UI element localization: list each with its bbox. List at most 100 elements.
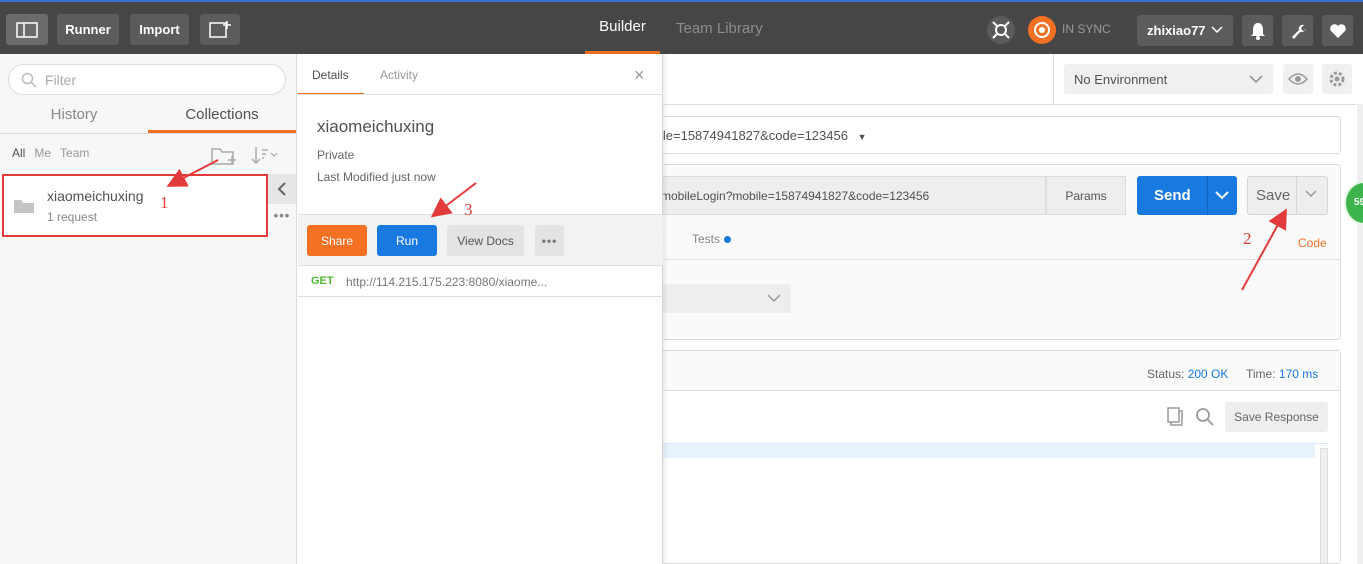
notifications-button[interactable] [1242, 15, 1273, 46]
filter-placeholder: Filter [45, 71, 77, 88]
chevron-down-icon [1211, 26, 1223, 34]
url-input[interactable]: mobileLogin?mobile=15874941827&code=1234… [660, 176, 1046, 215]
sidebar-toggle-button[interactable] [6, 14, 48, 45]
request-builder-box: mobileLogin?mobile=15874941827&code=1234… [659, 164, 1341, 340]
sidebar: Filter History Collections All Me Team x… [0, 54, 297, 564]
collection-request-count: 1 request [47, 210, 98, 224]
collection-actions: Share Run View Docs ••• [298, 214, 663, 266]
collapse-details-button[interactable] [268, 174, 296, 204]
copy-icon [1167, 407, 1183, 426]
collection-filter-links: All Me Team [12, 146, 89, 160]
filter-team[interactable]: Team [60, 146, 89, 160]
collection-visibility: Private [317, 148, 355, 162]
heart-button[interactable] [1322, 15, 1353, 46]
gear-icon [1329, 71, 1345, 87]
request-url: http://114.215.175.223:8080/xiaome... [346, 275, 548, 289]
save-button[interactable]: Save [1247, 176, 1328, 215]
new-collection-icon[interactable] [211, 144, 237, 166]
tab-history[interactable]: History [0, 106, 148, 132]
more-actions-button[interactable]: ••• [535, 225, 564, 256]
caret-down-icon: ▼ [857, 132, 867, 142]
status: Status: 200 OK [1147, 367, 1229, 381]
new-tab-button[interactable] [200, 14, 240, 45]
chevron-down-icon[interactable] [1215, 189, 1229, 201]
collection-modified: Last Modified just now [317, 170, 436, 184]
response-body[interactable] [660, 443, 1328, 564]
environment-bar: No Environment [663, 54, 1363, 105]
request-builder: No Environment ile=15874941827&code=1234… [659, 54, 1363, 564]
save-label: Save [1256, 187, 1291, 204]
filter-input[interactable]: Filter [8, 64, 286, 95]
scrollbar[interactable] [1320, 448, 1328, 564]
search-icon [1196, 408, 1214, 426]
annotation-number-2: 2 [1243, 229, 1252, 248]
divider [1053, 54, 1054, 104]
tab-collections[interactable]: Collections [148, 106, 296, 133]
status-value: 200 OK [1187, 367, 1229, 381]
search-icon [21, 72, 37, 88]
interceptor-icon[interactable] [987, 16, 1015, 44]
environment-select[interactable]: No Environment [1064, 64, 1273, 94]
settings-button[interactable] [1282, 15, 1313, 46]
collection-item[interactable]: xiaomeichuxing 1 request [2, 174, 268, 237]
response-header: Status: 200 OK Time: 170 ms [660, 351, 1340, 391]
body-type-select[interactable] [660, 284, 791, 313]
divider [298, 94, 663, 95]
filter-me[interactable]: Me [34, 146, 51, 160]
annotation-number-3: 3 [464, 200, 473, 219]
sync-status: IN SYNC [1062, 22, 1111, 36]
send-label: Send [1154, 187, 1191, 204]
collection-name: xiaomeichuxing [47, 188, 144, 204]
filter-all[interactable]: All [12, 146, 25, 160]
chevron-down-icon [1249, 75, 1263, 84]
time-value: 170 ms [1278, 367, 1319, 381]
new-window-icon [209, 20, 231, 38]
tab-builder[interactable]: Builder [585, 2, 660, 54]
environment-value: No Environment [1074, 71, 1168, 87]
tab-team-library[interactable]: Team Library [676, 2, 763, 54]
runner-button[interactable]: Runner [57, 14, 119, 45]
divider [0, 133, 296, 134]
collection-more-button[interactable]: ••• [268, 208, 296, 228]
save-response-button[interactable]: Save Response [1225, 402, 1328, 432]
tests-indicator-dot [724, 236, 732, 244]
sort-icon[interactable] [250, 144, 278, 166]
close-icon[interactable]: × [634, 65, 645, 86]
sidebar-toggle-icon [16, 21, 38, 38]
divider [660, 259, 1340, 260]
send-button[interactable]: Send [1137, 176, 1237, 215]
code-link[interactable]: Code [1298, 236, 1327, 250]
view-docs-button[interactable]: View Docs [447, 225, 524, 256]
eye-icon [1288, 73, 1308, 85]
user-menu-button[interactable]: zhixiao77 [1137, 15, 1233, 46]
chevron-left-icon [277, 182, 286, 196]
heart-icon [1329, 23, 1346, 38]
import-button[interactable]: Import [130, 14, 189, 45]
collection-details-panel: Details Activity × xiaomeichuxing Privat… [298, 54, 663, 564]
tab-tests[interactable]: Tests [692, 232, 732, 246]
chevron-down-icon [767, 294, 781, 303]
annotation-number-1: 1 [160, 193, 169, 212]
folder-icon [14, 200, 34, 213]
sync-icon[interactable] [1028, 16, 1056, 44]
response-panel: Status: 200 OK Time: 170 ms Save Respons… [659, 350, 1341, 564]
tab-activity[interactable]: Activity [380, 68, 418, 82]
collection-title: xiaomeichuxing [317, 117, 435, 136]
environment-settings-button[interactable] [1322, 64, 1352, 94]
time: Time: 170 ms [1246, 367, 1319, 381]
response-tools [1167, 407, 1214, 426]
request-tab-name: ile=15874941827&code=123456 ▼ [660, 128, 867, 143]
share-button[interactable]: Share [307, 225, 367, 256]
list-item[interactable]: GET http://114.215.175.223:8080/xiaome..… [298, 267, 663, 297]
wrench-icon [1291, 24, 1306, 39]
request-tab[interactable]: ile=15874941827&code=123456 ▼ [659, 116, 1341, 154]
scrollbar[interactable] [1357, 104, 1363, 564]
run-button[interactable]: Run [377, 225, 437, 256]
username: zhixiao77 [1147, 23, 1206, 38]
tab-details[interactable]: Details [298, 68, 364, 95]
chevron-down-icon[interactable] [1305, 189, 1317, 199]
environment-quick-look-button[interactable] [1283, 64, 1313, 94]
top-bar: Runner Import Builder Team Library IN SY… [0, 0, 1363, 54]
request-method: GET [311, 275, 334, 287]
params-button[interactable]: Params [1046, 176, 1126, 215]
